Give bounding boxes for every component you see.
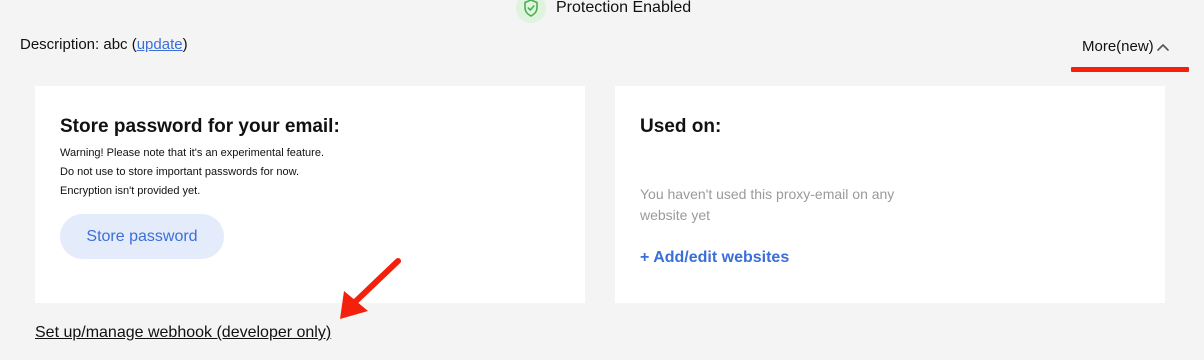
protection-status-label: Protection Enabled — [556, 0, 692, 16]
warning-line: Do not use to store important passwords … — [60, 166, 300, 178]
warning-line: Encryption isn't provided yet. — [60, 185, 201, 197]
store-password-card: Store password for your email: Warning! … — [35, 86, 585, 303]
shield-check-icon — [516, 0, 546, 23]
annotation-arrow-icon — [340, 258, 401, 319]
description-text: Description: abc ( — [20, 36, 137, 53]
used-on-title: Used on: — [640, 116, 722, 137]
add-edit-websites-link[interactable]: + Add/edit websites — [640, 249, 789, 267]
used-on-empty-text: You haven't used this proxy-email on any… — [640, 186, 895, 223]
warning-line: Warning! Please note that it's an experi… — [60, 147, 325, 159]
store-password-title: Store password for your email: — [60, 116, 340, 137]
more-toggle-label: More(new) — [1082, 38, 1154, 55]
used-on-card: Used on: You haven't used this proxy-ema… — [615, 86, 1165, 303]
annotation-underline — [1071, 67, 1189, 72]
description-line: Description: abc (update) — [20, 36, 188, 53]
update-description-link[interactable]: update — [137, 36, 183, 53]
store-password-button[interactable]: Store password — [60, 214, 224, 259]
protection-status: Protection Enabled — [516, 0, 691, 24]
warning-text: Warning! Please note that it's an experi… — [60, 144, 560, 201]
more-toggle-button[interactable]: More(new) — [1082, 38, 1170, 55]
description-suffix: ) — [182, 36, 188, 53]
webhook-setup-link[interactable]: Set up/manage webhook (developer only) — [35, 324, 331, 342]
chevron-up-icon — [1156, 43, 1169, 51]
